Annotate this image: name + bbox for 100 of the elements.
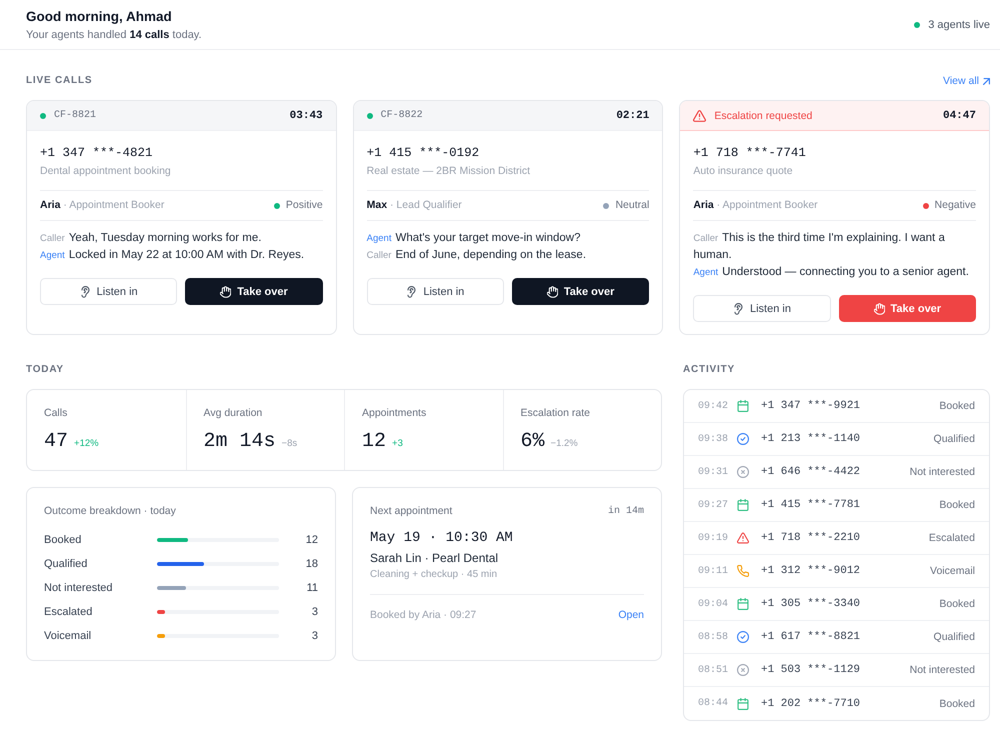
take-over-button[interactable]: Take over [512,278,650,305]
stat-delta: +12% [74,438,99,449]
outcome-count: 3 [310,630,318,642]
card-title: Outcome breakdown · today [44,505,177,518]
activity-phone: +1 305 ***-3340 [761,598,860,610]
section-heading: LIVE CALLS [26,75,92,87]
activity-phone: +1 718 ***-2210 [761,532,860,544]
outcome-label: Not interested [44,582,114,594]
escalation-label: Escalation requested [714,110,812,122]
caller-phone: +1 718 ***-7741 [693,145,807,161]
call-duration: 02:21 [616,110,650,122]
activity-time: 08:44 [698,698,730,709]
agents-live-label: 3 agents live [928,18,990,30]
outcome-count: 11 [306,582,318,594]
stat-label: Calls [44,407,68,420]
stat-delta: −1.2% [550,438,578,449]
activity-phone: +1 213 ***-1140 [761,433,860,445]
stat-delta: +3 [392,438,403,449]
stat-label: Appointments [362,407,428,420]
transcript-line: Agent Locked in May 22 at 10:00 AM with Dr. Reyes. [40,248,306,263]
activity-time: 09:38 [698,434,730,444]
call-topic: Real estate — 2BR Mission District [366,165,532,178]
activity-time: 09:11 [698,566,730,576]
x-circle-icon [737,664,749,676]
activity-time: 09:04 [698,598,730,610]
stat-value: 47 [44,431,68,453]
outcome-label: Voicemail [44,630,92,642]
hand-icon [874,302,885,314]
hand-icon [546,286,558,298]
activity-outcome: Booked [939,598,975,610]
listen-in-button[interactable]: Listen in [693,295,831,322]
appointment-client: Sarah Lin · Pearl Dental [370,551,500,566]
activity-time: 08:58 [698,632,730,642]
appointment-time: May 19 · 10:30 AM [370,530,514,547]
stat-value: 6% [520,431,545,453]
activity-time: 08:51 [698,664,730,676]
stat-value: 12 [362,431,386,453]
activity-phone: +1 415 ***-7781 [761,499,860,511]
activity-time: 09:19 [698,532,730,544]
activity-time: 09:27 [698,500,730,510]
ear-icon [733,302,744,314]
outcome-label: Qualified [44,558,88,570]
calendar-icon [737,400,749,412]
activity-outcome: Escalated [928,532,975,544]
section-heading: ACTIVITY [683,364,735,376]
call-topic: Auto insurance quote [693,165,794,178]
activity-phone: +1 347 ***-9921 [761,400,860,412]
activity-outcome: Booked [939,400,975,412]
stat-label: Avg duration [204,407,264,420]
transcript-line: Agent What's your target move-in window? [366,231,582,246]
ear-icon [406,286,418,298]
calendar-icon [737,598,749,610]
status-dot-icon [40,112,46,118]
call-id: CF-8822 [380,110,423,121]
activity-phone: +1 617 ***-8821 [761,631,860,643]
card-title: Next appointment [370,505,452,518]
listen-in-button[interactable]: Listen in [40,278,178,305]
sentiment-label: Negative [934,199,976,212]
calendar-icon [737,698,749,710]
greeting-title: Good morning, Ahmad [26,8,173,24]
activity-outcome: Booked [939,499,975,511]
view-all-link[interactable]: View all [943,75,990,87]
stat-value: 2m 14s [204,431,276,453]
listen-in-button[interactable]: Listen in [366,278,504,305]
outcome-count: 18 [304,558,318,570]
stat-delta: −8s [282,438,298,449]
outcome-label: Escalated [44,606,94,618]
activity-outcome: Not interested [910,466,975,478]
calendar-icon [737,499,749,511]
activity-phone: +1 202 ***-7710 [761,698,860,710]
appointment-details: Cleaning + checkup · 45 min [370,568,498,581]
outcome-count: 3 [310,606,318,618]
open-link[interactable]: Open [618,609,644,622]
activity-outcome: Booked [939,698,975,710]
take-over-button[interactable]: Take over [838,295,976,322]
check-circle-icon [737,631,749,643]
activity-phone: +1 646 ***-4422 [761,466,860,478]
take-over-button[interactable]: Take over [185,278,323,305]
transcript-line: Caller Yeah, Tuesday morning works for me. [40,231,262,246]
activity-outcome: Qualified [934,631,975,643]
call-id: CF-8821 [54,110,96,121]
transcript-line: Agent Understood — connecting you to a senior agent. [693,265,970,280]
sentiment-label: Positive [286,199,323,212]
caller-phone: +1 415 ***-0192 [366,145,480,161]
agent-label: Aria · Appointment Booker [693,199,818,212]
activity-outcome: Qualified [934,433,975,445]
booked-by-label: Booked by Aria · 09:27 [370,609,476,622]
agent-label: Max · Lead Qualifier [366,199,462,212]
outcome-count: 12 [304,534,318,546]
activity-time: 09:42 [698,400,730,412]
transcript-line: Caller End of June, depending on the lease. [366,248,588,263]
activity-outcome: Voicemail [930,565,975,577]
ear-icon [80,286,91,298]
sentiment-label: Neutral [615,199,650,212]
arrow-icon [983,78,990,84]
activity-phone: +1 312 ***-9012 [761,565,860,577]
section-heading: TODAY [26,364,64,376]
stat-label: Escalation rate [520,407,591,420]
phone-icon [737,565,749,577]
call-topic: Dental appointment booking [40,165,172,178]
